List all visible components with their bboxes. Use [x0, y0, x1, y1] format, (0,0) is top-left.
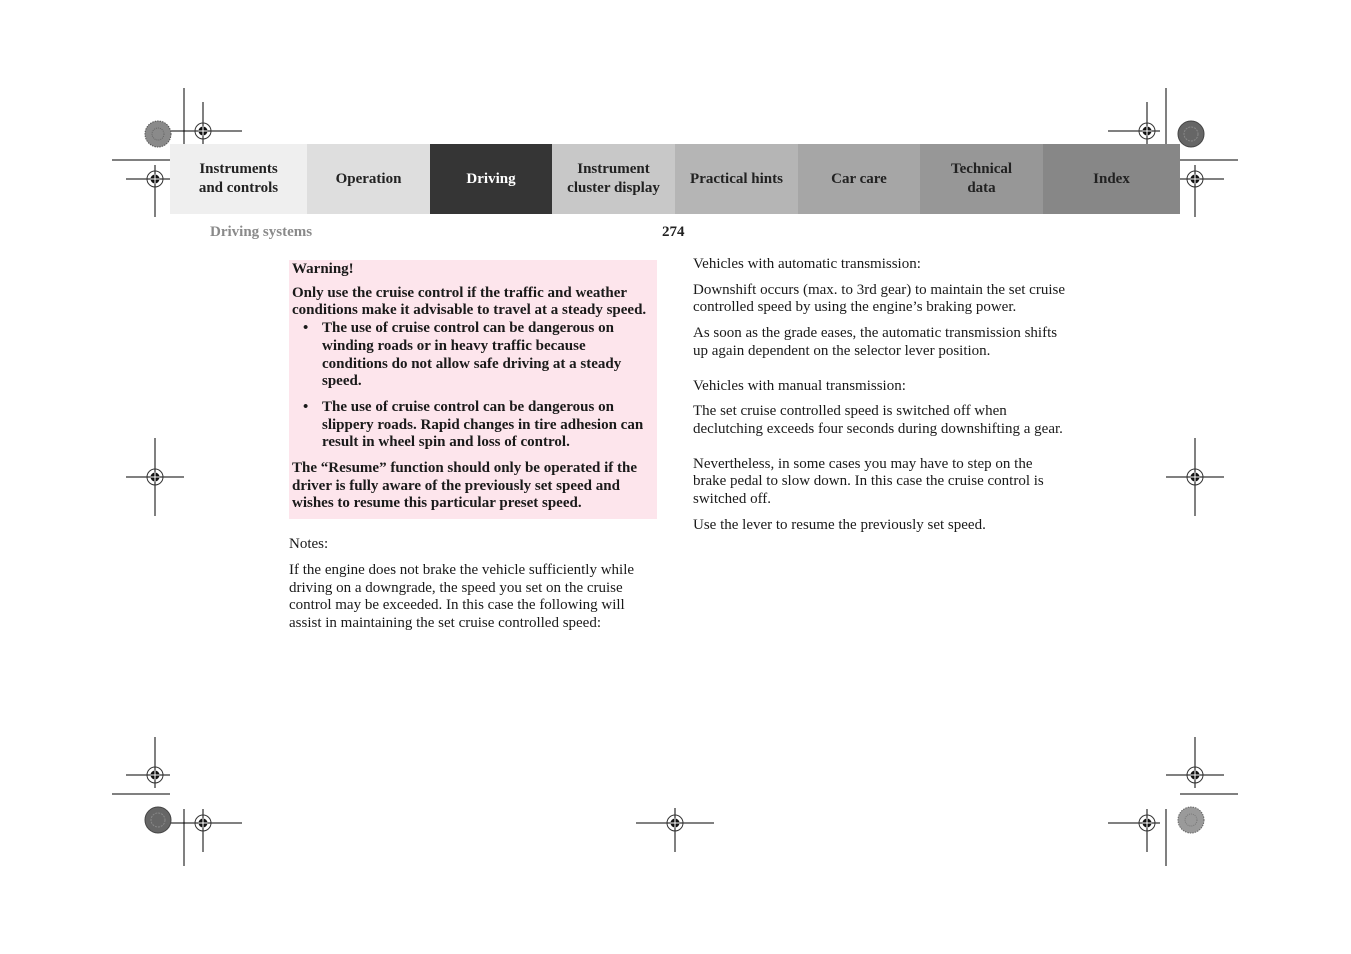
tab-label: Technical data — [950, 161, 1013, 196]
chapter-tabs: Instruments and controls Operation Drivin… — [170, 144, 1180, 214]
tab-label: Instruments and controls — [198, 161, 279, 196]
warning-bullet-list: • The use of cruise control can be dange… — [292, 320, 653, 452]
left-column: Warning! Only use the cruise control if … — [289, 260, 657, 633]
tab-index[interactable]: Index — [1043, 144, 1180, 214]
bullet-icon: • — [303, 320, 309, 337]
warning-intro: Only use the cruise control if the traff… — [292, 284, 647, 319]
tab-label: Car care — [831, 170, 887, 187]
tab-label: Instrument cluster display — [567, 161, 660, 196]
manual-transmission-heading: Vehicles with manual transmission: — [693, 377, 906, 394]
page-number: 274 — [662, 224, 685, 240]
list-item: • The use of cruise control can be dange… — [303, 398, 644, 451]
bullet-icon: • — [303, 398, 309, 415]
warning-heading: Warning! — [292, 261, 354, 277]
tab-label: Practical hints — [690, 170, 783, 187]
right-column: Vehicles with automatic transmission: Do… — [693, 256, 1068, 542]
tab-label: Operation — [335, 170, 402, 187]
tab-driving[interactable]: Driving — [430, 144, 552, 214]
paragraph: Nevertheless, in some cases you may have… — [693, 455, 1044, 508]
list-item: • The use of cruise control can be dange… — [303, 320, 622, 390]
paragraph: As soon as the grade eases, the automati… — [693, 325, 1058, 359]
tab-label: Index — [1093, 170, 1130, 187]
warning-box: Warning! Only use the cruise control if … — [289, 260, 657, 520]
paragraph: Use the lever to resume the previously s… — [693, 516, 986, 533]
notes-heading: Notes: — [289, 536, 329, 553]
automatic-transmission-heading: Vehicles with automatic transmission: — [693, 256, 921, 272]
section-title: Driving systems — [210, 224, 313, 240]
paragraph: The set cruise controlled speed is switc… — [693, 403, 1063, 437]
paragraph: Downshift occurs (max. to 3rd gear) to m… — [693, 281, 1065, 316]
warning-outro: The “Resume” function should only be ope… — [292, 460, 638, 512]
tab-practical-hints[interactable]: Practical hints — [675, 144, 798, 214]
tab-label: Driving — [466, 170, 516, 187]
tab-instrument-cluster-display[interactable]: Instrument cluster display — [552, 144, 675, 214]
tab-car-care[interactable]: Car care — [798, 144, 920, 214]
tab-technical-data[interactable]: Technical data — [920, 144, 1043, 214]
tab-operation[interactable]: Operation — [307, 144, 430, 214]
tab-instruments-and-controls[interactable]: Instruments and controls — [170, 144, 307, 214]
notes-body: If the engine does not brake the vehicle… — [289, 561, 635, 631]
